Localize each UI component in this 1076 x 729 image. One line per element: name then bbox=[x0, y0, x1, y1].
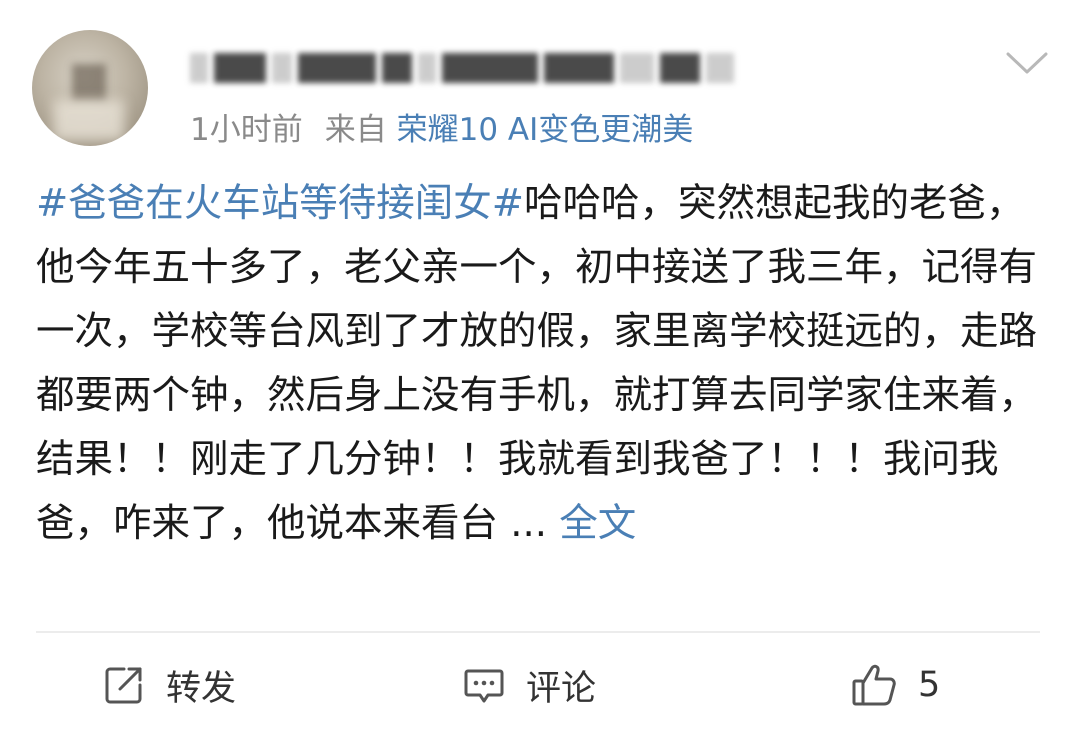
like-count: 5 bbox=[918, 665, 941, 705]
pixelated-block bbox=[382, 53, 412, 83]
post-body-text: 哈哈哈，突然想起我的老爸，他今年五十多了，老父亲一个，初中接送了我三年，记得有一… bbox=[36, 181, 1038, 546]
chevron-down-icon[interactable] bbox=[1005, 50, 1049, 76]
username-blurred[interactable] bbox=[190, 40, 840, 96]
thumbs-up-icon bbox=[850, 662, 898, 708]
avatar[interactable] bbox=[32, 30, 148, 146]
post-device-link[interactable]: 荣耀10 AI变色更潮美 bbox=[397, 112, 694, 148]
comment-label: 评论 bbox=[526, 668, 597, 709]
avatar-blur-detail bbox=[72, 64, 106, 102]
divider bbox=[36, 631, 1040, 633]
full-text-link[interactable]: 全文 bbox=[559, 501, 636, 546]
post-time: 1小时前 bbox=[190, 112, 303, 148]
repost-button[interactable]: 转发 bbox=[102, 650, 236, 720]
pixelated-block bbox=[272, 53, 292, 83]
like-button[interactable]: 5 bbox=[850, 650, 940, 720]
avatar-blur-detail bbox=[54, 100, 124, 140]
share-icon bbox=[102, 663, 146, 707]
pixelated-block bbox=[442, 53, 538, 83]
repost-label: 转发 bbox=[166, 668, 237, 709]
pixelated-block bbox=[706, 53, 734, 83]
comment-icon bbox=[462, 663, 506, 707]
post-content: #爸爸在火车站等待接闺女#哈哈哈，突然想起我的老爸，他今年五十多了，老父亲一个，… bbox=[36, 172, 1046, 556]
pixelated-block bbox=[298, 53, 376, 83]
pixelated-block bbox=[214, 53, 266, 83]
pixelated-block bbox=[660, 53, 700, 83]
post-source-prefix: 来自 bbox=[324, 112, 387, 148]
pixelated-block bbox=[544, 53, 614, 83]
post-ellipsis: ... bbox=[498, 501, 560, 546]
post-meta: 1小时前 来自 荣耀10 AI变色更潮美 bbox=[190, 108, 693, 152]
comment-button[interactable]: 评论 bbox=[462, 650, 596, 720]
action-bar: 转发 评论 5 bbox=[0, 650, 1076, 720]
pixelated-block bbox=[418, 53, 436, 83]
topic-hashtag-link[interactable]: #爸爸在火车站等待接闺女# bbox=[36, 181, 524, 226]
weibo-post-card: 1小时前 来自 荣耀10 AI变色更潮美 #爸爸在火车站等待接闺女#哈哈哈，突然想… bbox=[0, 0, 1076, 729]
pixelated-block bbox=[620, 53, 654, 83]
pixelated-block bbox=[190, 53, 208, 83]
